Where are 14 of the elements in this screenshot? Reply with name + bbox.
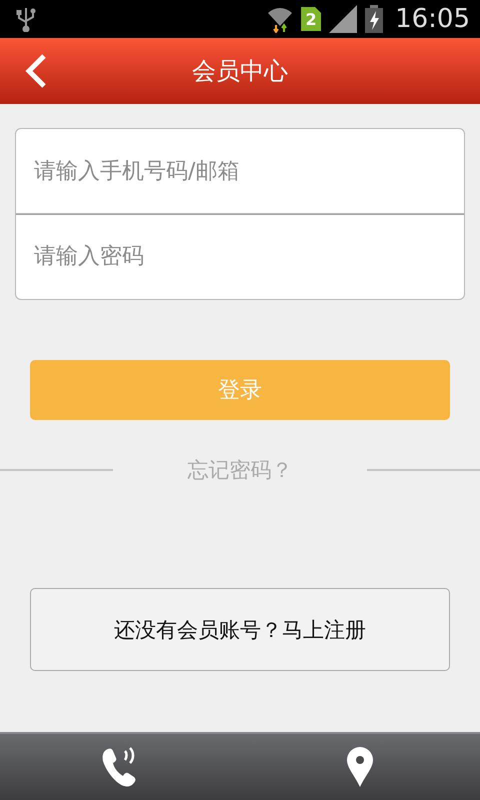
sim-badge: 2: [301, 7, 322, 31]
forgot-password-link[interactable]: 忘记密码？: [125, 452, 355, 488]
back-icon: [24, 54, 48, 88]
input-field[interactable]: 请输入密码: [15, 214, 465, 300]
clock-time: 16:05: [395, 4, 470, 34]
signal-icon: [329, 5, 358, 33]
register-button[interactable]: 还没有会员账号？马上注册: [30, 588, 450, 671]
wifi-icon: [267, 5, 294, 33]
battery-icon: [365, 5, 384, 33]
login-button[interactable]: 登录: [30, 360, 450, 420]
page-title: 会员中心: [192, 57, 288, 85]
location-pin-icon: [346, 746, 374, 788]
usb-icon: [16, 6, 36, 32]
input-field[interactable]: 请输入手机号码/邮箱: [15, 128, 465, 214]
